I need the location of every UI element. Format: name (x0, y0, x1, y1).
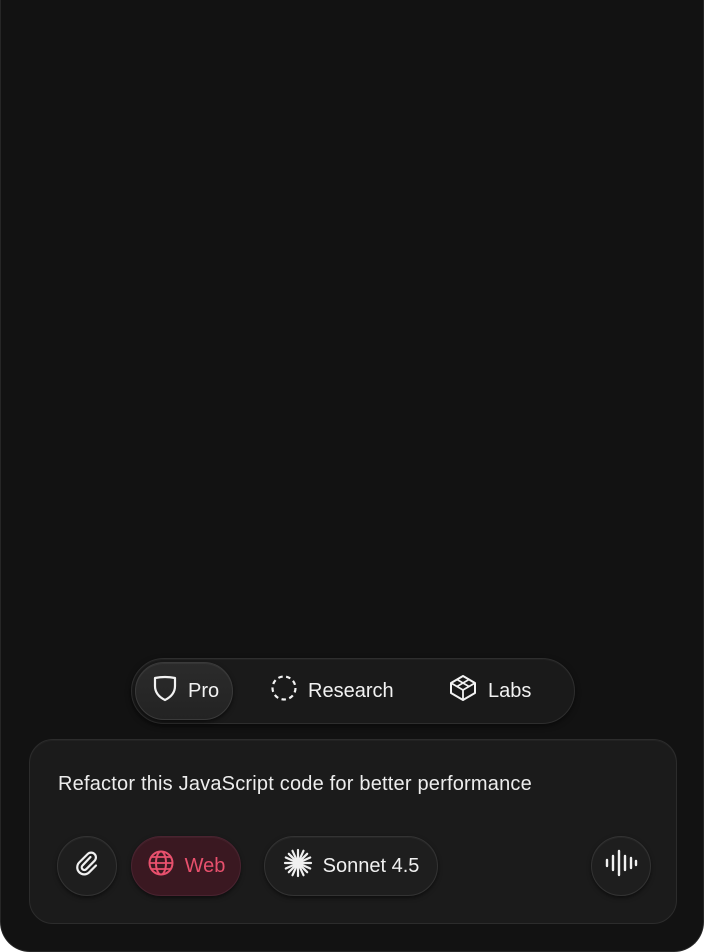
web-search-toggle[interactable]: Web (131, 836, 241, 896)
mode-research-label: Research (308, 679, 394, 702)
dashed-circle-icon (270, 674, 298, 708)
prompt-composer: Refactor this JavaScript code for better… (29, 739, 677, 924)
web-label: Web (184, 854, 226, 877)
model-label: Sonnet 4.5 (322, 854, 420, 877)
mode-pro-tab[interactable]: Pro (135, 662, 233, 720)
attach-button[interactable] (57, 836, 117, 896)
cube-icon (448, 673, 478, 709)
voice-input-button[interactable] (591, 836, 651, 896)
waveform-icon (604, 848, 638, 884)
sparkle-burst-icon (283, 848, 313, 884)
mode-pro-label: Pro (188, 679, 220, 702)
shield-icon (152, 674, 178, 708)
mode-labs-tab[interactable]: Labs (444, 662, 544, 720)
paperclip-icon (73, 849, 101, 883)
mode-switcher: Pro Research Labs (131, 658, 575, 724)
mode-labs-label: Labs (488, 679, 532, 702)
globe-icon (147, 849, 175, 883)
prompt-input[interactable]: Refactor this JavaScript code for better… (58, 773, 532, 796)
model-selector-button[interactable]: Sonnet 4.5 (264, 836, 438, 896)
app-window: Pro Research Labs Refactor this JavaScri… (0, 0, 704, 952)
mode-research-tab[interactable]: Research (266, 662, 406, 720)
